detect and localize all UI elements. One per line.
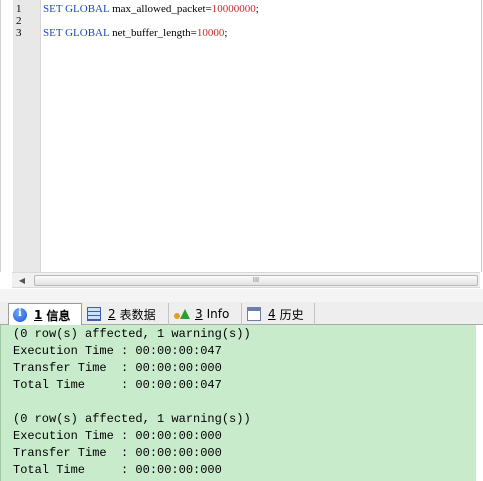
output-line: Total Time : 00:00:00:047 — [13, 378, 222, 392]
scrollbar-grip-icon: III — [252, 276, 260, 284]
tab-number: 2 — [108, 307, 116, 321]
output-line: Execution Time : 00:00:00:000 — [13, 429, 222, 443]
sql-terminator: ; — [224, 27, 228, 39]
calendar-icon — [247, 307, 261, 321]
tab-label: 表数据 — [119, 307, 156, 322]
shapes-icon — [174, 307, 190, 321]
tab-history[interactable]: 4 历史 — [243, 303, 315, 325]
tab-table-data[interactable]: 2 表数据 — [83, 303, 169, 325]
pane-splitter[interactable] — [0, 289, 483, 302]
tab-label: 历史 — [279, 307, 304, 322]
output-line: Total Time : 00:00:00:000 — [13, 463, 222, 477]
horizontal-scrollbar[interactable]: ◀ III — [12, 272, 480, 288]
line-number-gutter: 1 2 3 — [13, 0, 41, 272]
sql-text: max_allowed_packet= — [109, 3, 212, 15]
tab-label: Info — [206, 307, 230, 321]
scroll-left-arrow-icon[interactable]: ◀ — [14, 274, 30, 287]
result-tabs: 1 信息 2 表数据 3 Info 4 历史 — [0, 302, 483, 326]
sql-number: 10000000 — [211, 3, 256, 15]
line-number: 3 — [16, 27, 22, 39]
output-line: Transfer Time : 00:00:00:000 — [13, 361, 222, 375]
table-grid-icon — [87, 307, 101, 321]
output-line: (0 row(s) affected, 1 warning(s)) — [13, 327, 251, 341]
output-line: Execution Time : 00:00:00:047 — [13, 344, 222, 358]
sql-editor[interactable]: 1 2 3 SET GLOBAL max_allowed_packet=1000… — [0, 0, 483, 272]
window-edge — [476, 325, 483, 481]
sql-keyword: SET GLOBAL — [43, 27, 110, 39]
sql-text: net_buffer_length= — [109, 27, 197, 39]
tab-messages[interactable]: 1 信息 — [8, 303, 82, 326]
tab-label: 信息 — [46, 308, 71, 323]
sql-number: 10000 — [196, 27, 225, 39]
code-line[interactable]: SET GLOBAL max_allowed_packet=10000000; — [43, 3, 259, 15]
editor-right-border — [481, 0, 482, 272]
sql-keyword: SET GLOBAL — [43, 3, 110, 15]
tab-number: 4 — [268, 307, 276, 321]
tab-number: 3 — [195, 307, 203, 321]
line-number: 1 — [16, 3, 22, 15]
info-icon — [13, 308, 27, 322]
line-number: 2 — [16, 15, 22, 27]
scrollbar-thumb[interactable]: III — [34, 275, 478, 286]
output-line: Transfer Time : 00:00:00:000 — [13, 446, 222, 460]
tab-number: 1 — [34, 308, 43, 322]
sql-terminator: ; — [255, 3, 259, 15]
message-output-panel[interactable]: (0 row(s) affected, 1 warning(s)) Execut… — [0, 325, 476, 481]
code-line[interactable]: SET GLOBAL net_buffer_length=10000; — [43, 27, 227, 39]
output-line: (0 row(s) affected, 1 warning(s)) — [13, 412, 251, 426]
tab-info[interactable]: 3 Info — [170, 303, 242, 325]
